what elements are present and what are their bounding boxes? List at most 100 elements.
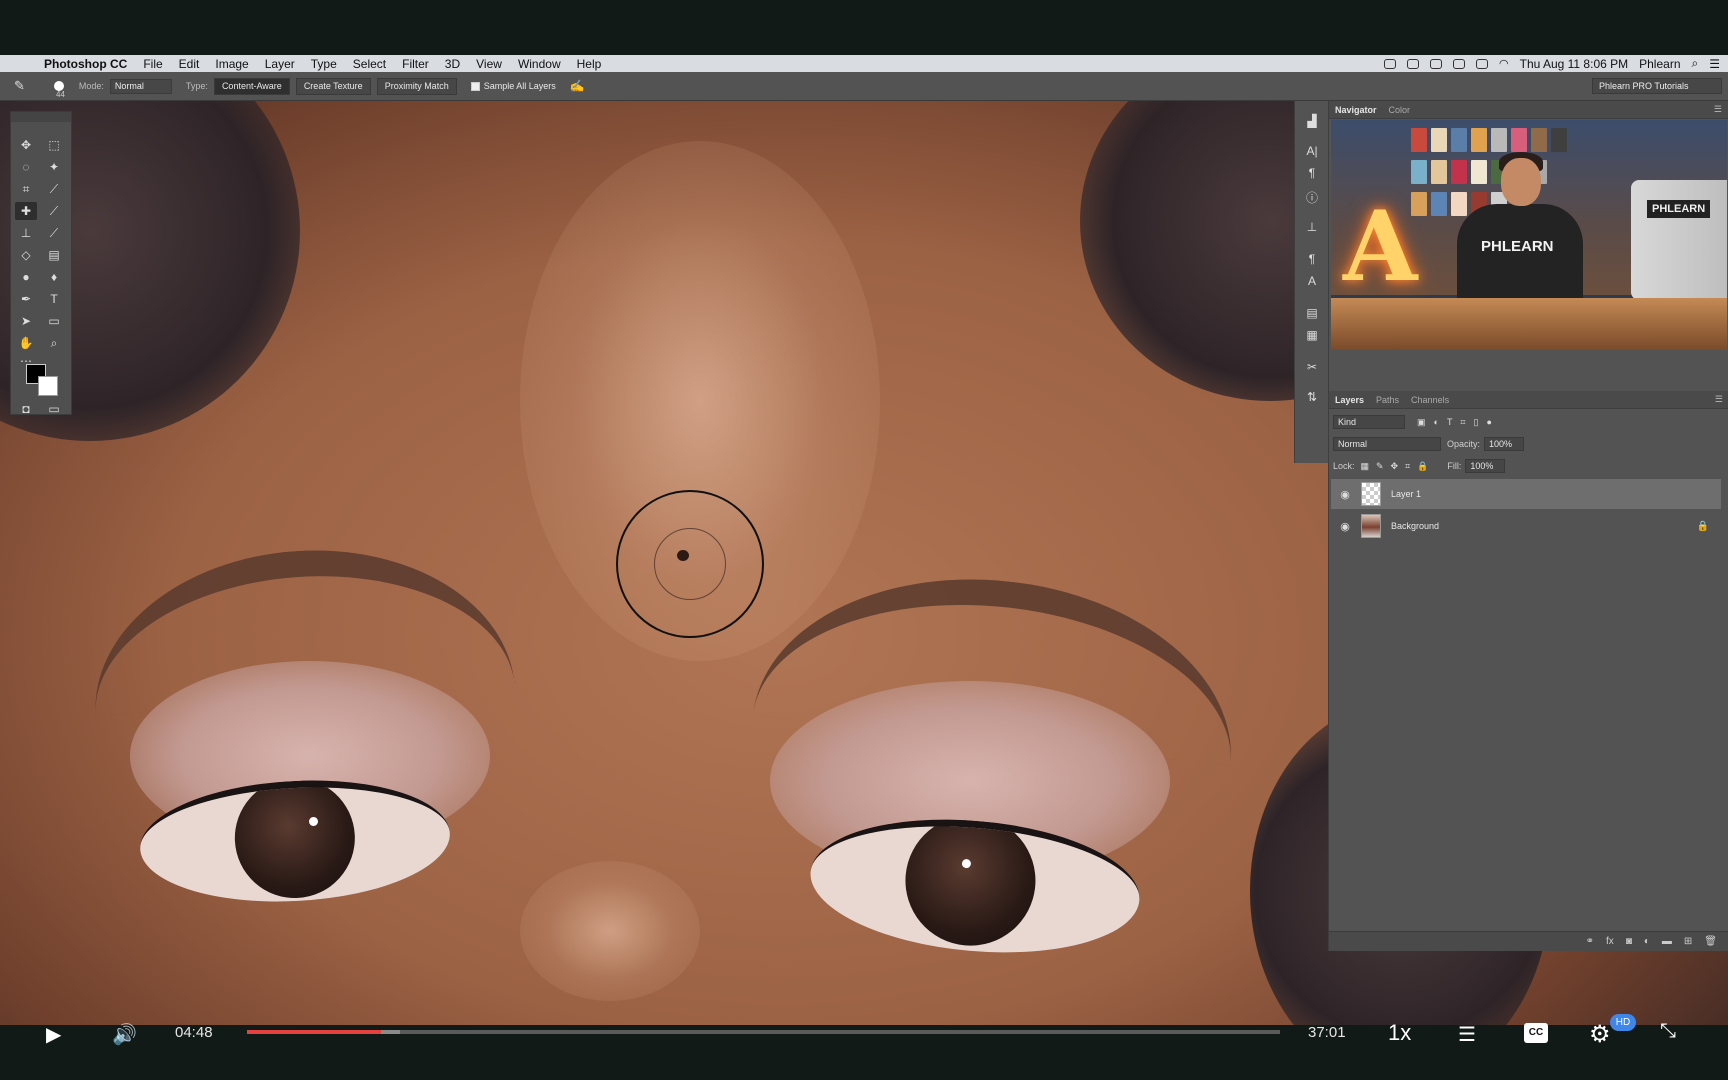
clone-source-icon[interactable]: ⊥	[1301, 219, 1323, 235]
spot-healing-brush-icon[interactable]: ✎	[14, 78, 34, 94]
sample-all-layers-checkbox[interactable]: Sample All Layers	[470, 81, 556, 91]
properties-icon[interactable]: ⇅	[1301, 389, 1323, 405]
magic-wand-icon[interactable]: ✦	[43, 158, 65, 176]
status-record-icon[interactable]	[1453, 58, 1465, 69]
blend-mode-select[interactable]: Normal	[1333, 437, 1441, 451]
tool-presets-icon[interactable]: ✂	[1301, 359, 1323, 375]
background-color-swatch[interactable]	[38, 376, 58, 396]
fill-input[interactable]: 100%	[1465, 459, 1506, 473]
create-texture-button[interactable]: Create Texture	[295, 77, 371, 95]
menu-layer[interactable]: Layer	[265, 57, 295, 71]
video-frame[interactable]: Photoshop CC File Edit Image Layer Type …	[0, 55, 1728, 1025]
status-drive-icon[interactable]	[1407, 58, 1419, 69]
settings-gear-icon[interactable]: ⚙	[1589, 1020, 1611, 1049]
lasso-tool-icon[interactable]: ◌	[15, 158, 37, 176]
tab-color[interactable]: Color	[1389, 105, 1411, 115]
brush-tool-icon[interactable]: ⟋	[43, 202, 65, 220]
menu-edit[interactable]: Edit	[179, 57, 200, 71]
content-aware-button[interactable]: Content-Aware	[213, 77, 290, 95]
paragraph-styles-icon[interactable]: ¶	[1301, 251, 1323, 267]
crop-tool-icon[interactable]: ⌗	[15, 180, 37, 198]
menu-select[interactable]: Select	[353, 57, 386, 71]
notes-icon[interactable]: ▦	[1301, 327, 1323, 343]
clone-stamp-icon[interactable]: ⊥	[15, 224, 37, 242]
layer-row-layer-1[interactable]: ◉ Layer 1	[1331, 479, 1721, 509]
datetime[interactable]: Thu Aug 11 8:06 PM	[1520, 57, 1629, 71]
volume-icon[interactable]: 🔊	[112, 1022, 140, 1046]
toolbox-header[interactable]	[11, 112, 71, 122]
lock-icons[interactable]: ▦✎✥⌗🔒	[1361, 461, 1436, 472]
layer-name[interactable]: Layer 1	[1391, 489, 1421, 499]
visibility-eye-icon[interactable]: ◉	[1335, 488, 1355, 501]
menu-window[interactable]: Window	[518, 57, 561, 71]
exit-fullscreen-icon[interactable]: ⤡	[1660, 1020, 1676, 1043]
pressure-icon[interactable]: ✍	[570, 79, 585, 93]
menu-filter[interactable]: Filter	[402, 57, 429, 71]
dodge-tool-icon[interactable]: ♦	[43, 268, 65, 286]
filter-icons[interactable]: ▣◐T⌗▯●	[1417, 417, 1500, 428]
eyedropper-icon[interactable]: ⟋	[43, 180, 65, 198]
play-icon[interactable]: ▶	[46, 1022, 70, 1046]
app-name-menu[interactable]: Photoshop CC	[44, 57, 127, 71]
history-brush-icon[interactable]: ⟋	[43, 224, 65, 242]
menu-3d[interactable]: 3D	[445, 57, 460, 71]
add-mask-icon[interactable]: ◙	[1626, 936, 1632, 947]
opacity-input[interactable]: 100%	[1484, 437, 1525, 451]
proximity-match-button[interactable]: Proximity Match	[376, 77, 457, 95]
menu-type[interactable]: Type	[311, 57, 337, 71]
quick-mask-icon[interactable]: ◘	[15, 402, 37, 416]
new-group-icon[interactable]: ▬	[1662, 936, 1672, 947]
visibility-eye-icon[interactable]: ◉	[1335, 520, 1355, 533]
adjustment-layer-icon[interactable]: ◐	[1644, 936, 1650, 947]
playback-speed-button[interactable]: 1x	[1388, 1020, 1411, 1046]
wifi-icon[interactable]: ◠	[1499, 57, 1509, 70]
paragraph-icon[interactable]: ¶	[1301, 165, 1323, 181]
status-airplay-icon[interactable]	[1476, 58, 1488, 69]
histogram-icon[interactable]: ▟	[1301, 113, 1323, 129]
menu-file[interactable]: File	[143, 57, 162, 71]
zoom-tool-icon[interactable]: ⌕	[43, 334, 65, 352]
libraries-icon[interactable]: ▤	[1301, 305, 1323, 321]
tab-channels[interactable]: Channels	[1411, 395, 1449, 405]
hand-tool-icon[interactable]: ✋	[15, 334, 37, 352]
new-layer-icon[interactable]: ⊞	[1684, 936, 1692, 947]
navigator-menu-icon[interactable]: ☰	[1714, 104, 1722, 115]
blur-tool-icon[interactable]: ●	[15, 268, 37, 286]
move-tool-icon[interactable]: ✥	[15, 136, 37, 154]
marquee-tool-icon[interactable]: ⬚	[43, 136, 65, 154]
menu-help[interactable]: Help	[577, 57, 602, 71]
spotlight-icon[interactable]: ⌕	[1692, 56, 1699, 71]
layer-row-background[interactable]: ◉ Background 🔒	[1331, 511, 1721, 541]
delete-layer-icon[interactable]: 🗑	[1704, 936, 1717, 947]
status-app-icon[interactable]	[1384, 58, 1396, 69]
layer-name[interactable]: Background	[1391, 521, 1439, 531]
shape-tool-icon[interactable]: ▭	[43, 312, 65, 330]
pen-tool-icon[interactable]: ✒	[15, 290, 37, 308]
user-menu[interactable]: Phlearn	[1639, 57, 1680, 71]
mode-select[interactable]: Normal	[109, 78, 172, 94]
info-icon[interactable]: ⓘ	[1301, 189, 1323, 205]
eraser-tool-icon[interactable]: ◇	[15, 246, 37, 264]
captions-button[interactable]: CC	[1524, 1023, 1548, 1043]
notification-center-icon[interactable]: ☰	[1709, 57, 1720, 71]
navigator-preview[interactable]: A PHLEARN PHLEARN	[1331, 120, 1727, 350]
menu-image[interactable]: Image	[215, 57, 248, 71]
character-styles-icon[interactable]: A	[1301, 273, 1323, 289]
screen-mode-icon[interactable]: ▭	[43, 402, 65, 416]
layers-menu-icon[interactable]: ☰	[1715, 394, 1723, 405]
link-layers-icon[interactable]: ⚭	[1586, 936, 1594, 947]
tab-navigator[interactable]: Navigator	[1335, 105, 1377, 115]
type-tool-icon[interactable]: T	[43, 290, 65, 308]
character-icon[interactable]: A|	[1301, 143, 1323, 159]
playlist-icon[interactable]: ☰	[1458, 1022, 1476, 1047]
path-selection-icon[interactable]: ➤	[15, 312, 37, 330]
healing-brush-icon[interactable]: ✚	[15, 202, 37, 220]
filter-kind-select[interactable]: Kind	[1333, 415, 1405, 429]
workspace-select[interactable]: Phlearn PRO Tutorials	[1592, 78, 1722, 94]
layer-style-icon[interactable]: fx	[1606, 936, 1614, 947]
menu-view[interactable]: View	[476, 57, 502, 71]
progress-bar[interactable]	[247, 1030, 1280, 1034]
status-screen-icon[interactable]	[1430, 58, 1442, 69]
tab-layers[interactable]: Layers	[1335, 395, 1364, 405]
gradient-tool-icon[interactable]: ▤	[43, 246, 65, 264]
